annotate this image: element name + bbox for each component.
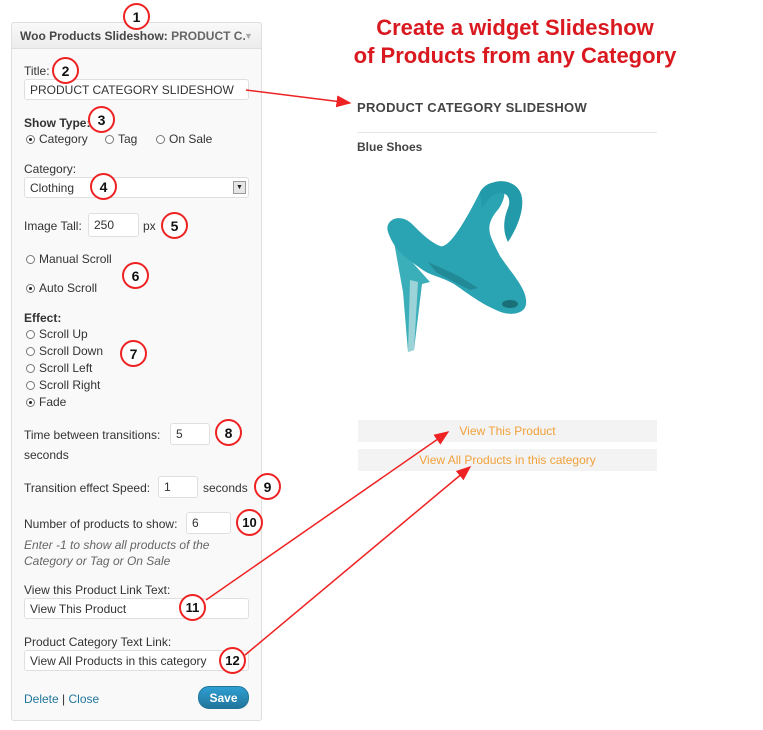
marker-8: 8 [215, 419, 242, 446]
marker-10: 10 [236, 509, 263, 536]
callout-arrows [205, 89, 472, 656]
arrow-title [245, 89, 352, 108]
marker-9: 9 [254, 473, 281, 500]
marker-5: 5 [161, 212, 188, 239]
marker-7: 7 [120, 340, 147, 367]
marker-6: 6 [122, 262, 149, 289]
marker-4: 4 [90, 173, 117, 200]
marker-11: 11 [179, 594, 206, 621]
marker-1: 1 [123, 3, 150, 30]
marker-2: 2 [52, 57, 79, 84]
marker-3: 3 [88, 106, 115, 133]
marker-12: 12 [219, 647, 246, 674]
